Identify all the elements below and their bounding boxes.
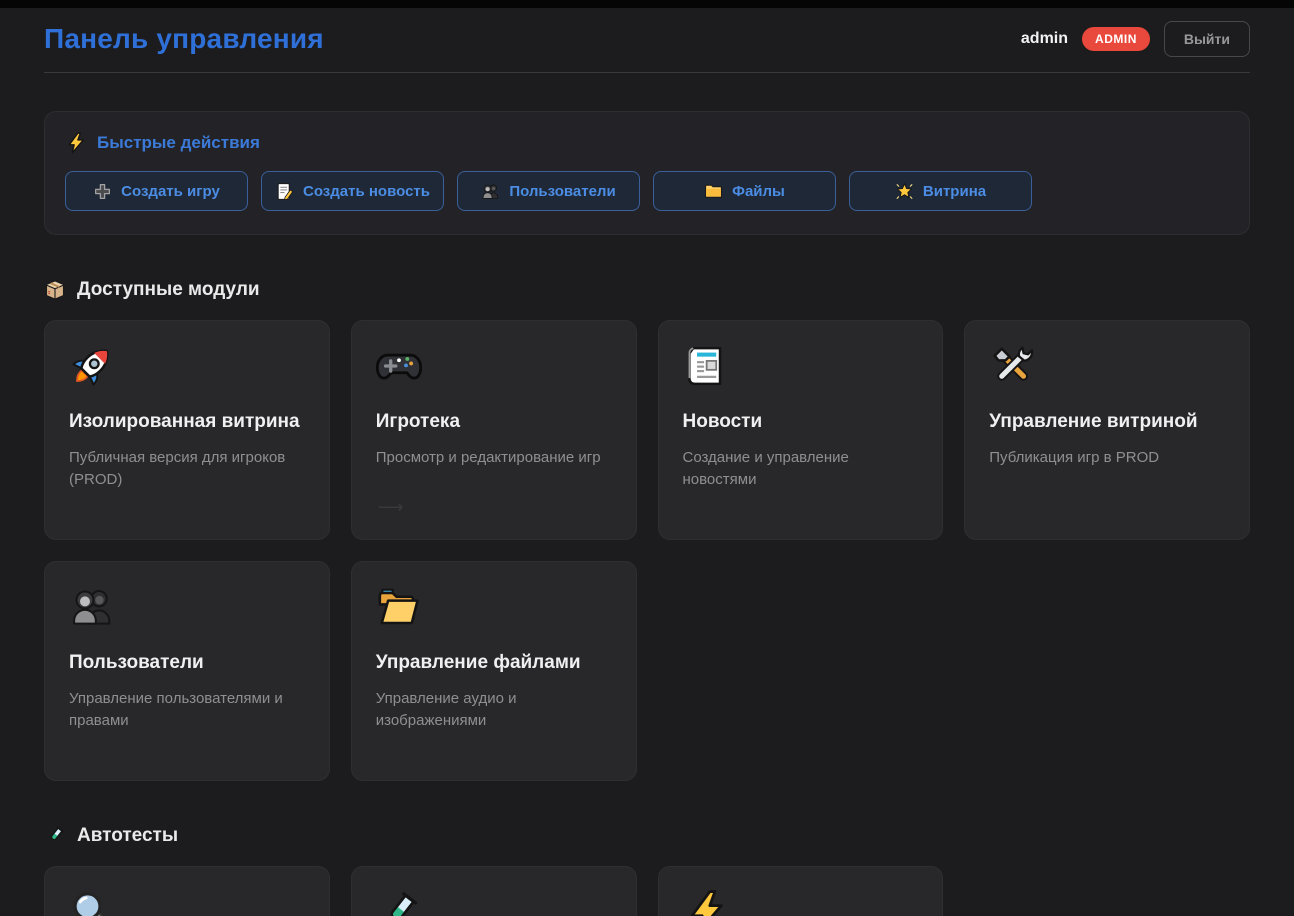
module-card-game-library[interactable]: Игротека Просмотр и редактирование игр ⟶ bbox=[351, 320, 637, 540]
rocket-icon bbox=[69, 343, 115, 389]
logout-button[interactable]: Выйти bbox=[1164, 21, 1250, 57]
newspaper-icon bbox=[683, 343, 729, 389]
admin-dashboard: Панель управления admin ADMIN Выйти Быст… bbox=[0, 8, 1294, 916]
modules-section-heading-label: Доступные модули bbox=[77, 279, 260, 301]
quick-actions-panel: Быстрые действия Создать игру Создать но… bbox=[44, 111, 1250, 235]
header: Панель управления admin ADMIN Выйти bbox=[44, 8, 1250, 73]
files-button[interactable]: Файлы bbox=[653, 171, 836, 211]
module-card-title: Изолированная витрина bbox=[69, 411, 305, 433]
modules-grid: Изолированная витрина Публичная версия д… bbox=[44, 320, 1250, 781]
users-icon bbox=[481, 182, 500, 201]
autotests-grid bbox=[44, 866, 1250, 916]
quick-actions-heading-label: Быстрые действия bbox=[97, 133, 260, 153]
magnifier-icon bbox=[69, 889, 115, 916]
showcase-button[interactable]: Витрина bbox=[849, 171, 1032, 211]
module-card-users[interactable]: Пользователи Управление пользователями и… bbox=[44, 561, 330, 781]
card-hover-arrow: ⟶ bbox=[378, 497, 404, 518]
open-folder-icon bbox=[376, 584, 422, 630]
users-button-label: Пользователи bbox=[509, 183, 615, 200]
package-icon bbox=[44, 279, 66, 301]
star-icon bbox=[895, 182, 914, 201]
module-card-title: Игротека bbox=[376, 411, 612, 433]
module-card-description: Создание и управление новостями bbox=[683, 447, 919, 491]
quick-actions-heading: Быстрые действия bbox=[65, 132, 1229, 154]
autotests-section-heading-label: Автотесты bbox=[77, 825, 178, 847]
users-icon bbox=[69, 584, 115, 630]
test-tube-icon bbox=[376, 889, 422, 916]
gamepad-icon bbox=[376, 343, 422, 389]
module-card-description: Публичная версия для игроков (PROD) bbox=[69, 447, 305, 491]
users-button[interactable]: Пользователи bbox=[457, 171, 640, 211]
header-user-area: admin ADMIN Выйти bbox=[1021, 21, 1250, 57]
window-top-edge bbox=[0, 0, 1294, 8]
module-card-news[interactable]: Новости Создание и управление новостями bbox=[658, 320, 944, 540]
lightning-icon bbox=[683, 889, 729, 916]
module-card-description: Управление аудио и изображениями bbox=[376, 688, 612, 732]
module-card-title: Управление витриной bbox=[989, 411, 1225, 433]
create-news-button[interactable]: Создать новость bbox=[261, 171, 444, 211]
create-news-button-label: Создать новость bbox=[303, 183, 430, 200]
module-card-description: Публикация игр в PROD bbox=[989, 447, 1225, 469]
files-button-label: Файлы bbox=[732, 183, 785, 200]
module-card-description: Управление пользователями и правами bbox=[69, 688, 305, 732]
autotest-card-search[interactable] bbox=[44, 866, 330, 916]
create-game-button[interactable]: Создать игру bbox=[65, 171, 248, 211]
autotest-card-performance[interactable] bbox=[658, 866, 944, 916]
lightning-icon bbox=[65, 132, 87, 154]
page-title: Панель управления bbox=[44, 23, 324, 55]
folder-icon bbox=[704, 182, 723, 201]
autotests-section-heading: Автотесты bbox=[44, 825, 1250, 847]
module-card-showcase-management[interactable]: Управление витриной Публикация игр в PRO… bbox=[964, 320, 1250, 540]
module-card-file-management[interactable]: Управление файлами Управление аудио и из… bbox=[351, 561, 637, 781]
test-tube-icon bbox=[44, 825, 66, 847]
quick-actions-button-row: Создать игру Создать новость Пользовател… bbox=[65, 171, 1229, 211]
module-card-title: Управление файлами bbox=[376, 652, 612, 674]
hammer-wrench-icon bbox=[989, 343, 1035, 389]
module-card-title: Новости bbox=[683, 411, 919, 433]
modules-section-heading: Доступные модули bbox=[44, 279, 1250, 301]
module-card-description: Просмотр и редактирование игр bbox=[376, 447, 612, 469]
admin-role-badge: ADMIN bbox=[1082, 27, 1150, 51]
module-card-title: Пользователи bbox=[69, 652, 305, 674]
showcase-button-label: Витрина bbox=[923, 183, 986, 200]
create-game-button-label: Создать игру bbox=[121, 183, 220, 200]
module-card-isolated-showcase[interactable]: Изолированная витрина Публичная версия д… bbox=[44, 320, 330, 540]
memo-icon bbox=[275, 182, 294, 201]
plus-icon bbox=[93, 182, 112, 201]
autotest-card-tests[interactable] bbox=[351, 866, 637, 916]
username: admin bbox=[1021, 30, 1068, 48]
